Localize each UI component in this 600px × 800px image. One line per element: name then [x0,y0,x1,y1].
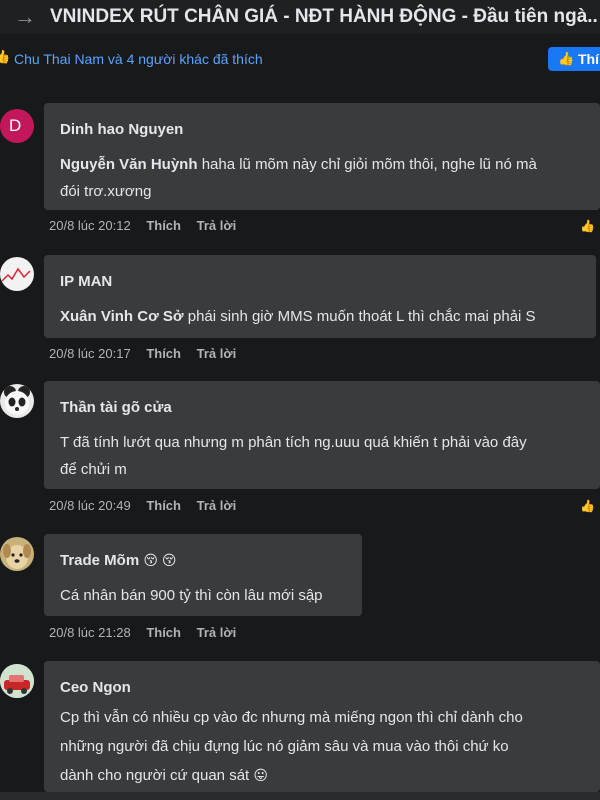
reply-link[interactable]: Trả lời [197,625,237,640]
avatar[interactable] [0,664,34,698]
comment-bubble: IP MAN Xuân Vinh Cơ Sở phái sinh giờ MMS… [44,255,596,338]
comment-text: T đã tính lướt qua nhưng m phân tích ng.… [60,434,527,478]
comment-author[interactable]: Thần tài gõ cửa [60,399,172,416]
comment-author[interactable]: IP MAN [60,273,112,290]
comment-bubble: Thần tài gõ cửa T đã tính lướt qua nhưng… [44,381,600,489]
reply-link[interactable]: Trả lời [197,218,237,233]
comment-text: Cá nhân bán 900 tỷ thì còn lâu mới sập [60,587,323,604]
avatar[interactable] [0,384,34,418]
car-avatar-icon [0,664,34,698]
comment-time[interactable]: 20/8 lúc 20:17 [49,346,131,361]
comment-bubble: Trade Mõm 😚 😚 Cá nhân bán 900 tỷ thì còn… [44,534,362,616]
comment-author[interactable]: Trade Mõm 😚 😚 [60,552,176,569]
comment-bubble: Dinh hao Nguyen Nguyễn Văn Huỳnh haha lũ… [44,103,600,210]
comment-bubble: Ceo Ngon Cp thì vẫn có nhiều cp vào đc n… [44,661,600,792]
comment-meta: 20/8 lúc 20:17 Thích Trả lời [49,346,248,361]
thumbs-up-icon: 👍 [580,219,595,233]
like-button[interactable]: 👍 Thí [548,47,600,71]
comment-text: Cp thì vẫn có nhiều cp vào đc nhưng mà m… [60,709,523,784]
mention-link[interactable]: Xuân Vinh Cơ Sở [60,308,184,325]
comment-text: Xuân Vinh Cơ Sở phái sinh giờ MMS muốn t… [60,308,536,325]
thumbs-up-icon: 👍 [0,49,11,64]
like-link[interactable]: Thích [146,498,181,513]
comment-time[interactable]: 20/8 lúc 20:12 [49,218,131,233]
avatar[interactable]: D [0,109,34,143]
bottom-divider [0,792,600,800]
reply-link[interactable]: Trả lời [197,498,237,513]
kiss-emoji-icon: 😚 😚 [143,552,177,568]
comment-author[interactable]: Dinh hao Nguyen [60,121,183,138]
thumbs-up-icon: 👍 [558,51,575,66]
like-link[interactable]: Thích [146,625,181,640]
comment-meta: 20/8 lúc 20:49 Thích Trả lời [49,498,248,513]
likes-text[interactable]: Chu Thai Nam và 4 người khác đã thích [14,51,263,67]
avatar[interactable] [0,257,34,291]
mention-link[interactable]: Nguyễn Văn Huỳnh [60,156,198,173]
post-title[interactable]: VNINDEX RÚT CHÂN GIÁ - NĐT HÀNH ĐỘNG - Đ… [50,2,598,32]
thumbs-up-icon: 👍 [580,499,595,513]
tongue-emoji-icon: 😛 [253,767,268,783]
panda-avatar-icon [4,386,30,415]
likes-summary: 👍 Chu Thai Nam và 4 người khác đã thích [0,34,600,86]
comment-meta: 20/8 lúc 21:28 Thích Trả lời [49,625,248,640]
chart-thumbnail-icon [1,267,31,282]
comment-text: Nguyễn Văn Huỳnh haha lũ mõm này chỉ giỏ… [60,156,537,200]
like-link[interactable]: Thích [146,346,181,361]
top-bar: → VNINDEX RÚT CHÂN GIÁ - NĐT HÀNH ĐỘNG -… [0,0,600,35]
dog-avatar-icon [3,544,31,569]
avatar[interactable] [0,537,34,571]
comment-time[interactable]: 20/8 lúc 21:28 [49,625,131,640]
like-link[interactable]: Thích [146,218,181,233]
comment-time[interactable]: 20/8 lúc 20:49 [49,498,131,513]
back-arrow-icon[interactable]: → [14,4,36,30]
comment-meta: 20/8 lúc 20:12 Thích Trả lời [49,218,248,233]
comment-author[interactable]: Ceo Ngon [60,679,131,696]
reply-link[interactable]: Trả lời [197,346,237,361]
